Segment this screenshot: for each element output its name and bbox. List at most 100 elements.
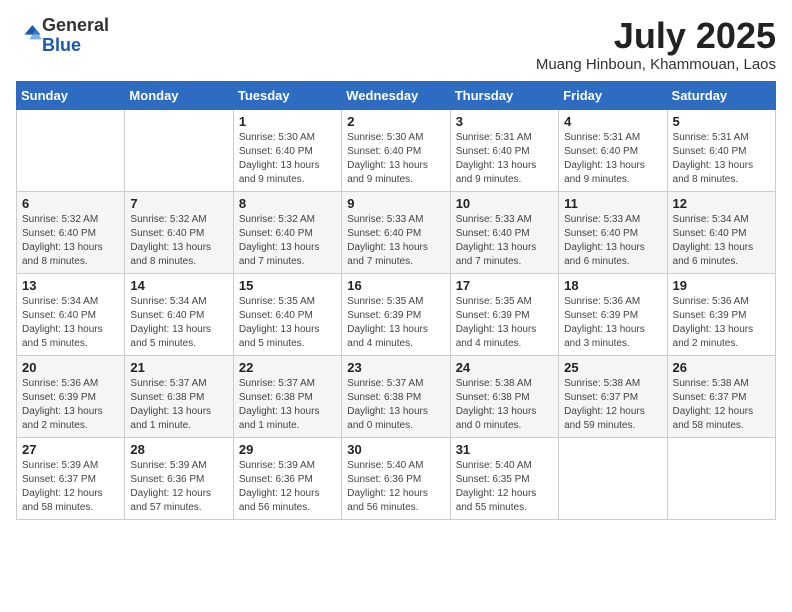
- calendar-cell: [125, 109, 233, 191]
- title-block: July 2025 Muang Hinboun, Khammouan, Laos: [536, 16, 776, 73]
- day-detail: Sunrise: 5:35 AM Sunset: 6:39 PM Dayligh…: [456, 295, 553, 351]
- calendar-cell: 5 Sunrise: 5:31 AM Sunset: 6:40 PM Daylig…: [667, 109, 775, 191]
- day-number: 7: [130, 196, 227, 211]
- day-detail: Sunrise: 5:32 AM Sunset: 6:40 PM Dayligh…: [130, 213, 227, 269]
- header-saturday: Saturday: [667, 81, 775, 109]
- page-header: General Blue July 2025 Muang Hinboun, Kh…: [16, 16, 776, 73]
- day-number: 13: [22, 278, 119, 293]
- day-detail: Sunrise: 5:40 AM Sunset: 6:35 PM Dayligh…: [456, 459, 553, 515]
- calendar-cell: 21 Sunrise: 5:37 AM Sunset: 6:38 PM Dayli…: [125, 355, 233, 437]
- calendar-cell: 27 Sunrise: 5:39 AM Sunset: 6:37 PM Dayli…: [17, 437, 125, 519]
- day-number: 6: [22, 196, 119, 211]
- calendar-cell: 4 Sunrise: 5:31 AM Sunset: 6:40 PM Daylig…: [559, 109, 667, 191]
- calendar-table: SundayMondayTuesdayWednesdayThursdayFrid…: [16, 81, 776, 520]
- calendar-cell: 3 Sunrise: 5:31 AM Sunset: 6:40 PM Daylig…: [450, 109, 558, 191]
- month-title: July 2025: [536, 16, 776, 56]
- header-friday: Friday: [559, 81, 667, 109]
- calendar-cell: [667, 437, 775, 519]
- calendar-cell: 22 Sunrise: 5:37 AM Sunset: 6:38 PM Dayli…: [233, 355, 341, 437]
- calendar-cell: 17Sunrise: 5:35 AM Sunset: 6:39 PM Dayli…: [450, 273, 558, 355]
- day-number: 23: [347, 360, 444, 375]
- day-number: 31: [456, 442, 553, 457]
- day-detail: Sunrise: 5:36 AM Sunset: 6:39 PM Dayligh…: [22, 377, 119, 433]
- day-detail: Sunrise: 5:35 AM Sunset: 6:39 PM Dayligh…: [347, 295, 444, 351]
- calendar-cell: [559, 437, 667, 519]
- day-number: 16: [347, 278, 444, 293]
- day-detail: Sunrise: 5:34 AM Sunset: 6:40 PM Dayligh…: [22, 295, 119, 351]
- calendar-cell: [17, 109, 125, 191]
- calendar-cell: 11 Sunrise: 5:33 AM Sunset: 6:40 PM Dayli…: [559, 191, 667, 273]
- day-detail: Sunrise: 5:33 AM Sunset: 6:40 PM Dayligh…: [564, 213, 661, 269]
- calendar-cell: 9 Sunrise: 5:33 AM Sunset: 6:40 PM Daylig…: [342, 191, 450, 273]
- day-detail: Sunrise: 5:31 AM Sunset: 6:40 PM Dayligh…: [673, 131, 770, 187]
- header-tuesday: Tuesday: [233, 81, 341, 109]
- calendar-cell: 25Sunrise: 5:38 AM Sunset: 6:37 PM Dayli…: [559, 355, 667, 437]
- day-number: 14: [130, 278, 227, 293]
- week-row-1: 1 Sunrise: 5:30 AM Sunset: 6:40 PM Daylig…: [17, 109, 776, 191]
- calendar-header-row: SundayMondayTuesdayWednesdayThursdayFrid…: [17, 81, 776, 109]
- day-detail: Sunrise: 5:31 AM Sunset: 6:40 PM Dayligh…: [456, 131, 553, 187]
- day-number: 1: [239, 114, 336, 129]
- week-row-5: 27 Sunrise: 5:39 AM Sunset: 6:37 PM Dayli…: [17, 437, 776, 519]
- day-detail: Sunrise: 5:34 AM Sunset: 6:40 PM Dayligh…: [673, 213, 770, 269]
- day-detail: Sunrise: 5:30 AM Sunset: 6:40 PM Dayligh…: [239, 131, 336, 187]
- calendar-cell: 10Sunrise: 5:33 AM Sunset: 6:40 PM Dayli…: [450, 191, 558, 273]
- calendar-cell: 23Sunrise: 5:37 AM Sunset: 6:38 PM Dayli…: [342, 355, 450, 437]
- day-number: 15: [239, 278, 336, 293]
- day-number: 24: [456, 360, 553, 375]
- day-detail: Sunrise: 5:37 AM Sunset: 6:38 PM Dayligh…: [130, 377, 227, 433]
- day-number: 21: [130, 360, 227, 375]
- calendar-cell: 15 Sunrise: 5:35 AM Sunset: 6:40 PM Dayli…: [233, 273, 341, 355]
- calendar-cell: 31 Sunrise: 5:40 AM Sunset: 6:35 PM Dayli…: [450, 437, 558, 519]
- calendar-cell: 26Sunrise: 5:38 AM Sunset: 6:37 PM Dayli…: [667, 355, 775, 437]
- calendar-cell: 14Sunrise: 5:34 AM Sunset: 6:40 PM Dayli…: [125, 273, 233, 355]
- day-detail: Sunrise: 5:37 AM Sunset: 6:38 PM Dayligh…: [239, 377, 336, 433]
- day-number: 20: [22, 360, 119, 375]
- day-number: 11: [564, 196, 661, 211]
- day-number: 18: [564, 278, 661, 293]
- day-number: 30: [347, 442, 444, 457]
- day-detail: Sunrise: 5:36 AM Sunset: 6:39 PM Dayligh…: [673, 295, 770, 351]
- calendar-cell: 7 Sunrise: 5:32 AM Sunset: 6:40 PM Daylig…: [125, 191, 233, 273]
- header-monday: Monday: [125, 81, 233, 109]
- calendar-cell: 2 Sunrise: 5:30 AM Sunset: 6:40 PM Daylig…: [342, 109, 450, 191]
- header-sunday: Sunday: [17, 81, 125, 109]
- calendar-cell: 8 Sunrise: 5:32 AM Sunset: 6:40 PM Daylig…: [233, 191, 341, 273]
- day-detail: Sunrise: 5:30 AM Sunset: 6:40 PM Dayligh…: [347, 131, 444, 187]
- calendar-cell: 24 Sunrise: 5:38 AM Sunset: 6:38 PM Dayli…: [450, 355, 558, 437]
- day-number: 22: [239, 360, 336, 375]
- day-number: 5: [673, 114, 770, 129]
- day-detail: Sunrise: 5:32 AM Sunset: 6:40 PM Dayligh…: [239, 213, 336, 269]
- day-number: 9: [347, 196, 444, 211]
- logo-general-text: General: [42, 15, 109, 35]
- calendar-cell: 13 Sunrise: 5:34 AM Sunset: 6:40 PM Dayli…: [17, 273, 125, 355]
- day-number: 4: [564, 114, 661, 129]
- day-detail: Sunrise: 5:33 AM Sunset: 6:40 PM Dayligh…: [347, 213, 444, 269]
- day-number: 25: [564, 360, 661, 375]
- calendar-cell: 16 Sunrise: 5:35 AM Sunset: 6:39 PM Dayli…: [342, 273, 450, 355]
- calendar-cell: 30 Sunrise: 5:40 AM Sunset: 6:36 PM Dayli…: [342, 437, 450, 519]
- location-title: Muang Hinboun, Khammouan, Laos: [536, 56, 776, 73]
- calendar-cell: 28 Sunrise: 5:39 AM Sunset: 6:36 PM Dayli…: [125, 437, 233, 519]
- day-detail: Sunrise: 5:33 AM Sunset: 6:40 PM Dayligh…: [456, 213, 553, 269]
- day-number: 3: [456, 114, 553, 129]
- week-row-3: 13 Sunrise: 5:34 AM Sunset: 6:40 PM Dayli…: [17, 273, 776, 355]
- day-detail: Sunrise: 5:39 AM Sunset: 6:37 PM Dayligh…: [22, 459, 119, 515]
- day-number: 28: [130, 442, 227, 457]
- calendar-cell: 6Sunrise: 5:32 AM Sunset: 6:40 PM Daylig…: [17, 191, 125, 273]
- day-detail: Sunrise: 5:39 AM Sunset: 6:36 PM Dayligh…: [130, 459, 227, 515]
- day-detail: Sunrise: 5:39 AM Sunset: 6:36 PM Dayligh…: [239, 459, 336, 515]
- day-number: 2: [347, 114, 444, 129]
- day-detail: Sunrise: 5:31 AM Sunset: 6:40 PM Dayligh…: [564, 131, 661, 187]
- day-detail: Sunrise: 5:38 AM Sunset: 6:38 PM Dayligh…: [456, 377, 553, 433]
- day-number: 26: [673, 360, 770, 375]
- day-detail: Sunrise: 5:35 AM Sunset: 6:40 PM Dayligh…: [239, 295, 336, 351]
- week-row-2: 6 Sunrise: 5:32 AM Sunset: 6:40 PM Daylig…: [17, 191, 776, 273]
- calendar-cell: 19Sunrise: 5:36 AM Sunset: 6:39 PM Dayli…: [667, 273, 775, 355]
- day-number: 8: [239, 196, 336, 211]
- day-detail: Sunrise: 5:40 AM Sunset: 6:36 PM Dayligh…: [347, 459, 444, 515]
- day-number: 27: [22, 442, 119, 457]
- calendar-cell: 1 Sunrise: 5:30 AM Sunset: 6:40 PM Daylig…: [233, 109, 341, 191]
- logo-icon: [18, 23, 42, 43]
- calendar-cell: 18Sunrise: 5:36 AM Sunset: 6:39 PM Dayli…: [559, 273, 667, 355]
